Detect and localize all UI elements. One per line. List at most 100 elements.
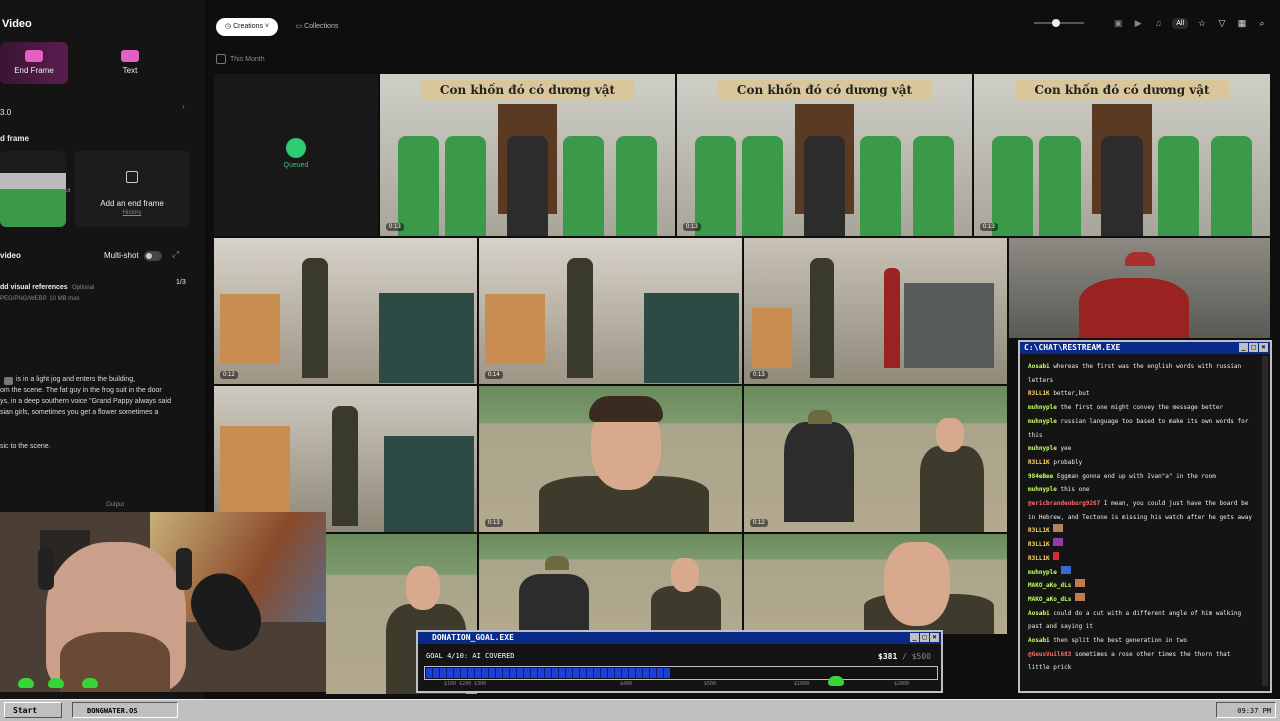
all-filter-button[interactable]: All [1172,17,1188,29]
video-tile[interactable]: Con khốn đó có dương vật 0:13 [380,74,675,236]
close-button[interactable]: × [1259,343,1268,352]
video-tile[interactable] [214,386,477,532]
sign-text: Con khốn đó có dương vật [421,80,634,100]
chat-message: muhnyple the first one might convey the … [1028,404,1224,412]
mode-text-label: Text [122,66,138,75]
video-tile[interactable]: 0:12 [214,238,477,384]
start-frame-thumbnail[interactable] [0,151,66,227]
zoom-slider-knob[interactable] [1052,19,1060,27]
sign-text: Con khốn đó có dương vật [718,80,931,100]
task-label: BONGWATER.OS [87,707,138,715]
expand-icon[interactable]: ⤢ [172,249,179,260]
video-tile[interactable] [479,534,742,634]
video-tile[interactable]: Con khốn đó có dương vật 0:13 [677,74,972,236]
toolbar: ▣ ▶ ♫ All ☆ ▽ ▦ ⌕ [1112,17,1268,29]
image-filter-icon[interactable]: ▣ [1112,17,1124,29]
add-end-frame-button[interactable]: Add an end frame History [74,151,190,227]
multishot-toggle[interactable] [144,251,162,261]
start-label: Start [13,706,38,715]
add-end-frame-label: Add an end frame [100,199,164,208]
mode-end-frame-label: End Frame [14,66,54,75]
mode-end-frame-button[interactable]: End Frame [0,42,68,84]
minimize-button[interactable]: _ [1239,343,1248,352]
emote-icon [1060,565,1071,574]
maximize-button[interactable]: □ [1249,343,1258,352]
history-link[interactable]: History [74,210,190,216]
model-version[interactable]: 3.0 [0,108,11,117]
reference-count: 1/3 [176,279,186,286]
video-tile[interactable]: 0:13 [479,386,742,532]
panel-header: Video [2,18,32,30]
taskbar-clock: 09:37 PM [1216,702,1276,718]
chat-message: @GeusVuil683 sometimes a rose other time… [1028,650,1231,658]
formats-hint: PEG/PNG/WEBP. 10 MB max [0,296,80,302]
video-tile[interactable] [744,534,1007,634]
video-filter-icon[interactable]: ▶ [1132,17,1144,29]
view-tabs: ◷ Creations ˅ ▭ Collections [216,15,351,36]
chevron-right-icon[interactable]: › [182,102,185,111]
chat-message: Aosabi whereas the first was the english… [1028,363,1242,370]
mode-text-button[interactable]: Text [96,42,164,84]
duration-badge: 0:13 [750,371,768,379]
zoom-slider[interactable] [1034,19,1084,27]
month-checkbox[interactable] [216,54,226,64]
search-icon[interactable]: ⌕ [1256,17,1268,29]
star-icon[interactable]: ☆ [1196,17,1208,29]
end-frame-heading: d frame [0,134,29,143]
maximize-button[interactable]: □ [920,633,929,642]
start-button[interactable]: Start [4,702,62,718]
chat-message: MAKO_aKo_dLs [1020,592,1270,607]
prompt-line: ys, in a deep southern voice "Grand Papp… [0,398,171,405]
queued-tile[interactable]: Queued [214,74,378,236]
prompt-line: om the scene. The fat guy in the frog su… [0,387,162,394]
tab-collections[interactable]: ▭ Collections [287,18,348,36]
chat-message: muhnyple russian language too based to m… [1028,417,1249,425]
donation-amount: $381 / $500 [878,652,931,661]
chat-scrollbar[interactable] [1262,356,1268,686]
duration-badge: 0:13 [485,519,503,527]
text-icon [121,50,139,62]
minimize-button[interactable]: _ [910,633,919,642]
taskbar: Start BONGWATER.OS 09:37 PM [0,699,1280,721]
grid-view-icon[interactable]: ▦ [1236,17,1248,29]
chat-message: Aosabi could do a cut with a different a… [1028,609,1242,617]
output-label: Output [106,502,125,508]
chat-message: letters [1028,376,1054,384]
video-tile[interactable]: 0:12 [744,386,1007,532]
chat-message: in Hebrew, and Tectone is missing his wa… [1028,513,1252,521]
reference-chip-icon [4,377,13,385]
chat-message: @ericbrandenburg9267 I mean, you could j… [1028,500,1249,508]
tab-creations[interactable]: ◷ Creations ˅ [216,18,279,36]
prompt-textarea[interactable]: is in a light jog and enters the buildin… [0,374,200,452]
donation-title-text: DONATION_GOAL.EXE [432,633,514,642]
chat-message: this [1028,431,1043,439]
goal-text: GOAL 4/10: AI COVERED [426,652,515,660]
video-tile[interactable] [1009,238,1270,338]
chat-message: little prick [1028,664,1072,672]
chat-message: muhnyple yee [1028,445,1072,453]
chat-message: 984eBee Eggman gonna end up with Ivan"a"… [1028,472,1216,480]
audio-filter-icon[interactable]: ♫ [1152,17,1164,29]
donation-progress-fill [426,668,670,678]
chat-message: R3LL1K [1020,538,1270,552]
close-button[interactable]: × [930,633,939,642]
prompt-line: sic to the scene. [0,443,51,450]
duration-badge: 0:13 [683,223,701,231]
month-label: This Month [230,55,265,63]
month-filter[interactable]: This Month [216,54,265,64]
frog-icon [828,676,844,686]
folder-icon: ▭ [295,23,305,30]
webcam-feed [0,512,326,692]
swap-icon[interactable]: ⇄ [64,186,71,195]
chat-message: R3LL1K [1020,551,1270,566]
taskbar-app-bongwater[interactable]: BONGWATER.OS [72,702,178,718]
frame-icon [25,50,43,62]
emote-icon [1074,592,1085,601]
duration-badge: 0:12 [220,371,238,379]
add-image-icon [126,171,138,183]
video-tile[interactable]: 0:13 [744,238,1007,384]
chat-message: Aosabi then split the best generation in… [1028,637,1187,645]
video-tile[interactable]: 0:14 [479,238,742,384]
video-tile[interactable]: Con khốn đó có dương vật 0:13 [974,74,1270,236]
filter-icon[interactable]: ▽ [1216,17,1228,29]
